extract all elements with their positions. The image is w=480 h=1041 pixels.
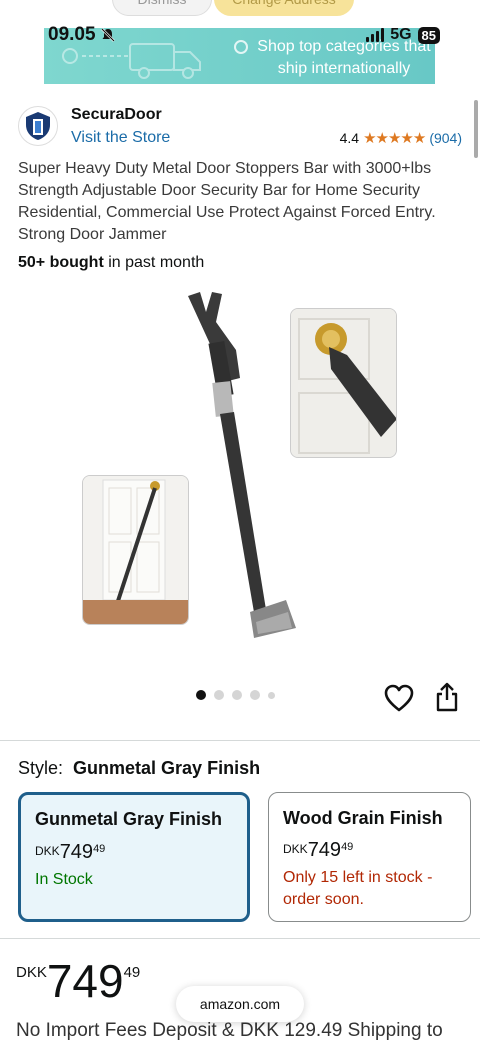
rating-value: 4.4 [339,130,360,146]
section-divider [0,938,480,939]
rating-count-link[interactable]: (904) [429,130,462,146]
section-divider [0,740,480,741]
mute-bell-icon [100,28,115,42]
battery-icon: 85 [417,26,440,44]
inset-image-doorknob[interactable] [290,308,397,458]
price-fraction: 49 [341,841,354,853]
price-whole: 749 [46,955,124,1007]
option-price: DKK 749 49 [283,839,353,862]
bought-count: 50+ bought [18,254,104,271]
rating-summary[interactable]: 4.4 ★★★★★ (904) [340,129,462,147]
style-selected-value: Gunmetal Gray Finish [73,758,261,778]
signal-icon [366,28,385,42]
main-price: DKK 749 49 [16,958,140,1004]
price-whole: 749 [307,839,342,861]
price-fraction: 49 [123,964,141,981]
time-text: 09.05 [48,24,96,45]
brand-logo[interactable] [18,106,58,146]
style-option-wood-grain[interactable]: Wood Grain Finish DKK 749 49 Only 15 lef… [268,792,471,922]
carousel-dot[interactable] [196,690,206,700]
share-icon[interactable] [434,682,460,712]
carousel-dot[interactable] [232,690,242,700]
carousel-dot[interactable] [214,690,224,700]
browser-url-pill[interactable]: amazon.com [176,986,304,1022]
stock-status: In Stock [35,871,93,888]
option-name: Wood Grain Finish [283,808,443,828]
brand-name: SecuraDoor [71,106,162,123]
carousel-dot[interactable] [250,690,260,700]
star-rating-icon: ★★★★★ [363,130,426,147]
change-address-button[interactable]: Change Address [214,0,354,16]
product-title: Super Heavy Duty Metal Door Stoppers Bar… [18,160,436,243]
dismiss-button[interactable]: Dismiss [112,0,212,16]
visit-store-link[interactable]: Visit the Store [71,129,170,147]
network-label: 5G [390,26,412,43]
shipping-info: No Import Fees Deposit & DKK 129.49 Ship… [16,1020,443,1041]
carousel-dot[interactable] [268,691,275,699]
price-currency: DKK [283,842,308,856]
carousel-dots[interactable] [196,690,275,700]
bought-in-past-month: 50+ bought in past month [18,254,204,272]
status-bar: 09.05 5G 85 [48,22,440,48]
bought-suffix: in past month [103,254,205,271]
style-selector-label: Style: Gunmetal Gray Finish [18,758,260,779]
price-whole: 749 [59,841,94,863]
price-currency: DKK [16,964,47,981]
heart-icon[interactable] [384,684,414,712]
scrollbar[interactable] [474,100,478,158]
stock-status: Only 15 left in stock - order soon. [283,869,433,908]
style-option-gunmetal[interactable]: Gunmetal Gray Finish DKK 749 49 In Stock [18,792,250,922]
brand-row: SecuraDoor Visit the Store 4.4 ★★★★★ (90… [18,104,462,150]
price-currency: DKK [35,844,60,858]
style-label: Style: [18,758,64,778]
option-price: DKK 749 49 [35,841,105,864]
price-fraction: 49 [93,843,106,855]
inset-image-door-installed[interactable] [82,475,189,625]
status-time: 09.05 [48,24,116,46]
shield-door-icon [26,112,50,140]
option-name: Gunmetal Gray Finish [35,809,223,829]
